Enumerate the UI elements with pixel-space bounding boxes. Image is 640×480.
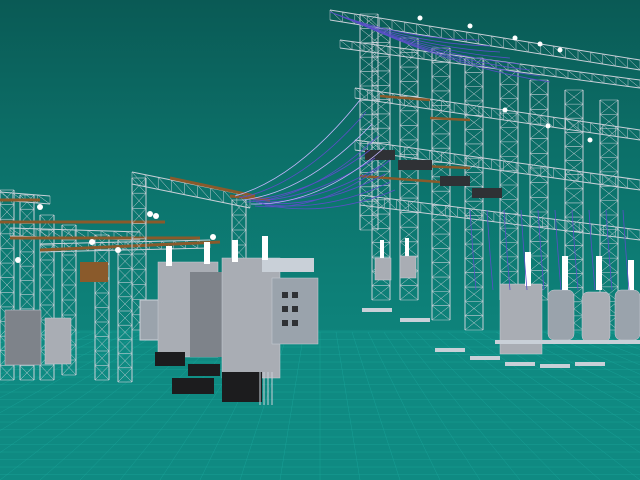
substation-scene xyxy=(0,9,640,480)
3d-viewport[interactable] xyxy=(0,0,640,480)
ground-grid xyxy=(0,330,640,480)
instrument-transformers xyxy=(374,238,417,281)
